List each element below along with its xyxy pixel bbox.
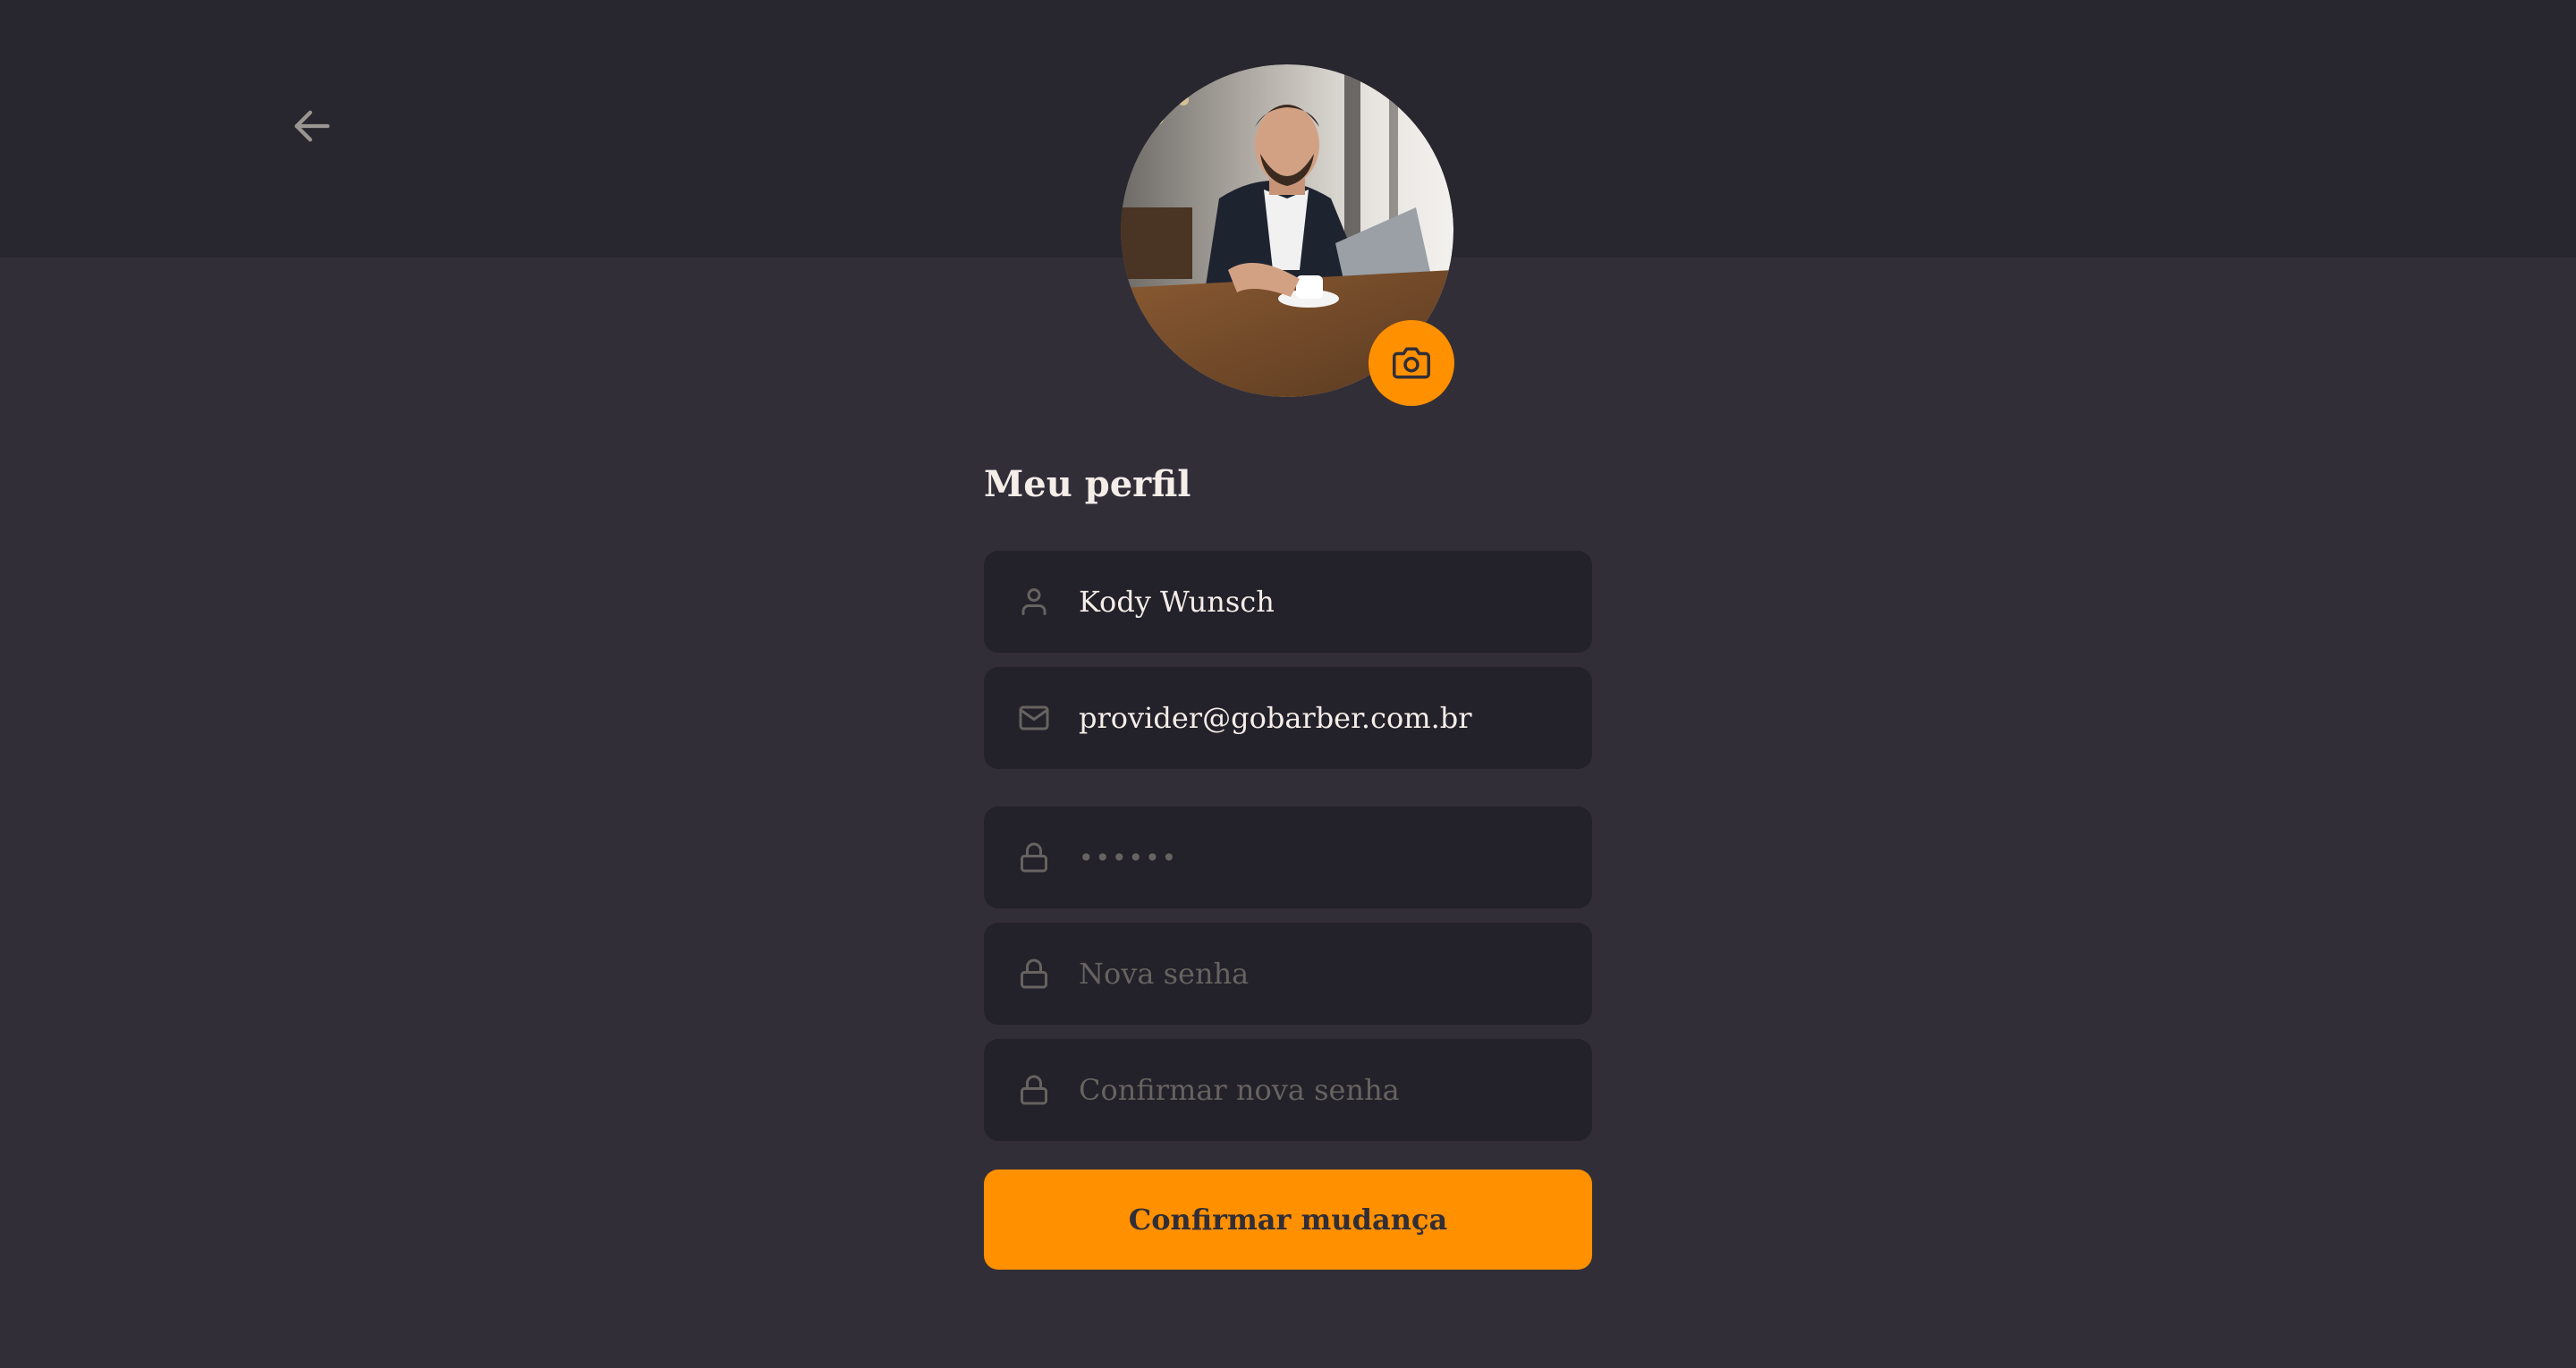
user-icon [1018, 586, 1050, 618]
email-field[interactable] [984, 667, 1592, 769]
mail-icon [1018, 702, 1050, 734]
arrow-left-icon [294, 110, 330, 142]
confirm-password-field[interactable] [984, 1039, 1592, 1141]
lock-icon [1018, 841, 1050, 874]
camera-icon [1393, 347, 1430, 379]
name-field[interactable] [984, 551, 1592, 653]
avatar-container [1121, 64, 1454, 406]
change-avatar-button[interactable] [1368, 320, 1454, 406]
old-password-input[interactable] [1079, 842, 1565, 873]
confirm-change-button[interactable]: Confirmar mudança [984, 1170, 1592, 1270]
back-button[interactable] [284, 98, 340, 154]
email-input[interactable] [1079, 701, 1565, 735]
lock-icon [1018, 958, 1050, 990]
new-password-input[interactable] [1079, 957, 1565, 991]
lock-icon [1018, 1074, 1050, 1106]
new-password-field[interactable] [984, 923, 1592, 1025]
old-password-field[interactable] [984, 806, 1592, 908]
confirm-password-input[interactable] [1079, 1073, 1565, 1107]
page-title: Meu perfil [984, 463, 1191, 505]
name-input[interactable] [1079, 585, 1565, 619]
